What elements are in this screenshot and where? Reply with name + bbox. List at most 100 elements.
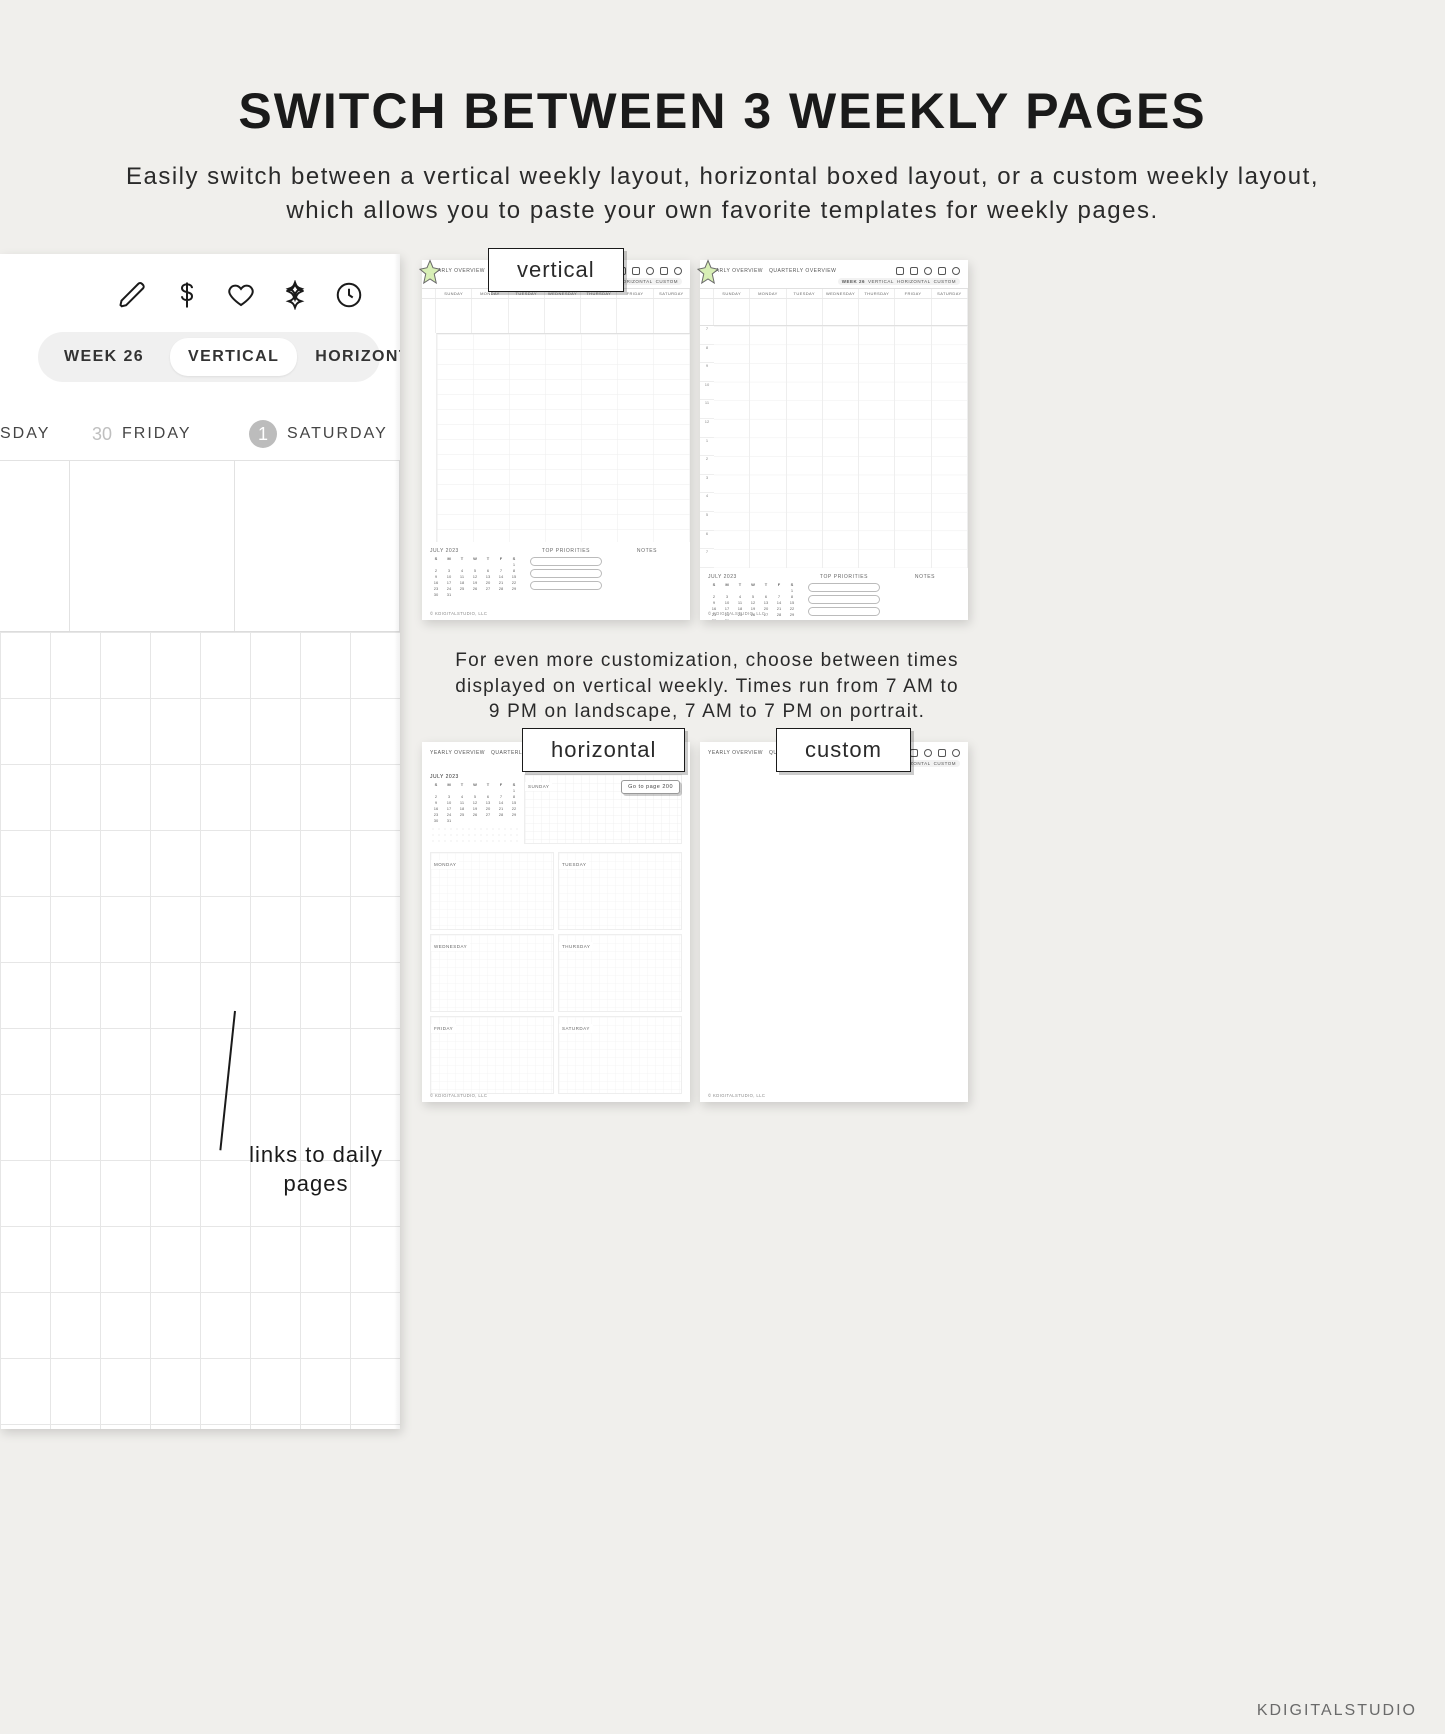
mini-footer: © KDIGITALSTUDIO, LLC: [430, 1093, 487, 1098]
page-title: SWITCH BETWEEN 3 WEEKLY PAGES: [0, 82, 1445, 140]
mini-yearly[interactable]: YEARLY OVERVIEW: [430, 750, 485, 756]
day-friday[interactable]: 30 FRIDAY: [70, 424, 235, 445]
mini-day-box[interactable]: TUESDAY: [558, 852, 682, 930]
mini-day[interactable]: FRIDAY: [895, 289, 931, 298]
day-saturday[interactable]: 1 SATURDAY: [235, 420, 400, 448]
priority-pill[interactable]: [530, 557, 602, 566]
mini-yearly[interactable]: YEARLY OVERVIEW: [708, 750, 763, 756]
tag-horizontal: horizontal: [522, 728, 685, 772]
dollar-icon[interactable]: [172, 280, 202, 310]
mini-day-box[interactable]: THURSDAY: [558, 934, 682, 1012]
priority-pill[interactable]: [530, 569, 602, 578]
heart-icon[interactable]: [924, 267, 932, 275]
thumb-vertical: YEARLY OVERVIEW QUARTERLY OVERVIEW WEEK …: [422, 260, 690, 620]
priority-pill[interactable]: [808, 583, 880, 592]
mini-notes-title: NOTES: [890, 574, 960, 580]
mini-day-label: WEDNESDAY: [431, 942, 470, 951]
mini-day-box[interactable]: WEDNESDAY: [430, 934, 554, 1012]
mini-day[interactable]: THURSDAY: [859, 289, 895, 298]
mini-day[interactable]: SUNDAY: [436, 289, 472, 298]
day-label-friday: FRIDAY: [122, 425, 191, 443]
dollar-icon[interactable]: [632, 267, 640, 275]
mid-paragraph: For even more customization, choose betw…: [452, 648, 962, 725]
mini-top-priorities: TOP PRIORITIES: [804, 574, 884, 620]
mini-footer: © KDIGITALSTUDIO, LLC: [708, 1093, 765, 1098]
mini-tab-horizontal[interactable]: HORIZONTAL: [897, 279, 931, 284]
mini-dot-grid: [430, 826, 520, 844]
mini-day-label: FRIDAY: [431, 1024, 456, 1033]
mini-day-box[interactable]: FRIDAY: [430, 1016, 554, 1094]
mini-day-label: TUESDAY: [559, 860, 589, 869]
priority-pill[interactable]: [530, 581, 602, 590]
mini-day[interactable]: SATURDAY: [932, 289, 968, 298]
mini-bottom: JULY 2023 SMTWTFS12345678910111213141516…: [422, 542, 690, 607]
planner-view-chips: WEEK 26 VERTICAL HORIZONTAL CUSTOM: [38, 332, 380, 382]
mini-notes-title: NOTES: [612, 548, 682, 554]
tab-vertical[interactable]: VERTICAL: [170, 338, 297, 376]
planner-hour-grid: [0, 631, 400, 1429]
dollar-icon[interactable]: [910, 267, 918, 275]
mini-quarterly[interactable]: QUARTERLY OVERVIEW: [769, 268, 836, 274]
mini-notes: NOTES: [890, 574, 960, 620]
priority-pill[interactable]: [808, 607, 880, 616]
star-icon[interactable]: [280, 280, 310, 310]
mini-calendar: JULY 2023 SMTWTFS12345678910111213141516…: [430, 774, 520, 844]
mini-tp-title: TOP PRIORITIES: [804, 574, 884, 580]
mini-footer: © KDIGITALSTUDIO, LLC: [430, 611, 487, 616]
mini-day-box[interactable]: SATURDAY: [558, 1016, 682, 1094]
day-fragment: SDAY: [0, 425, 70, 443]
thumb-vertical-times: YEARLY OVERVIEW QUARTERLY OVERVIEW WEEK …: [700, 260, 968, 620]
footer-brand: KDIGITALSTUDIO: [1257, 1702, 1417, 1720]
heart-icon[interactable]: [924, 749, 932, 757]
mini-tab-custom[interactable]: CUSTOM: [934, 761, 956, 766]
mini-day[interactable]: WEDNESDAY: [823, 289, 859, 298]
mini-day[interactable]: MONDAY: [750, 289, 786, 298]
mini-tab-custom[interactable]: CUSTOM: [934, 279, 956, 284]
mini-hour-labels: 7891011121234567: [700, 326, 714, 568]
week-chip[interactable]: WEEK 26: [46, 338, 162, 376]
pencil-icon[interactable]: [896, 267, 904, 275]
day-label-saturday: SATURDAY: [287, 425, 388, 443]
planner-top-band: [0, 460, 400, 631]
dollar-icon[interactable]: [910, 749, 918, 757]
star-icon[interactable]: [938, 267, 946, 275]
promo-canvas: SWITCH BETWEEN 3 WEEKLY PAGES Easily swi…: [0, 0, 1445, 1734]
goto-page-tooltip[interactable]: Go to page 200: [621, 780, 680, 794]
right-edge-shadow: [394, 254, 400, 1429]
planner-days-row: SDAY 30 FRIDAY 1 SATURDAY: [0, 416, 400, 452]
mini-cal-title: JULY 2023: [430, 548, 520, 554]
day-number-1-active[interactable]: 1: [249, 420, 277, 448]
mini-day-box[interactable]: MONDAY: [430, 852, 554, 930]
mini-week-chip[interactable]: WEEK 26: [842, 279, 865, 284]
mini-day[interactable]: SATURDAY: [654, 289, 690, 298]
clock-icon[interactable]: [952, 749, 960, 757]
mini-top-priorities: TOP PRIORITIES: [526, 548, 606, 597]
heart-icon[interactable]: [226, 280, 256, 310]
star-icon[interactable]: [660, 267, 668, 275]
mini-blank-body: [700, 770, 968, 1090]
mini-footer: © KDIGITALSTUDIO, LLC: [708, 611, 765, 616]
mini-tab-vertical[interactable]: VERTICAL: [868, 279, 894, 284]
mini-day[interactable]: TUESDAY: [787, 289, 823, 298]
mini-view-chips: WEEK 26 VERTICAL HORIZONTAL CUSTOM: [838, 278, 960, 285]
priority-pill[interactable]: [808, 595, 880, 604]
annotation-label: links to daily pages: [246, 1141, 386, 1198]
star-badge-icon: [693, 258, 723, 288]
planner-toolbar: [0, 254, 400, 314]
heart-icon[interactable]: [646, 267, 654, 275]
clock-icon[interactable]: [334, 280, 364, 310]
tab-horizontal[interactable]: HORIZONTAL: [297, 338, 400, 376]
mini-day-label: SUNDAY: [525, 782, 552, 791]
mini-time-grid: 7891011121234567: [700, 325, 968, 568]
planner-preview-large: WEEK 26 VERTICAL HORIZONTAL CUSTOM SDAY …: [0, 254, 400, 1429]
clock-icon[interactable]: [674, 267, 682, 275]
thumb-horizontal: YEARLY OVERVIEW QUARTERLY OVERVIEW WEEK …: [422, 742, 690, 1102]
clock-icon[interactable]: [952, 267, 960, 275]
pencil-icon[interactable]: [118, 280, 148, 310]
mini-cal-title: JULY 2023: [708, 574, 798, 580]
page-subtitle: Easily switch between a vertical weekly …: [90, 160, 1355, 227]
star-icon[interactable]: [938, 749, 946, 757]
mini-tab-custom[interactable]: CUSTOM: [656, 279, 678, 284]
mini-tab-horizontal[interactable]: HORIZONTAL: [619, 279, 653, 284]
mini-day[interactable]: SUNDAY: [714, 289, 750, 298]
